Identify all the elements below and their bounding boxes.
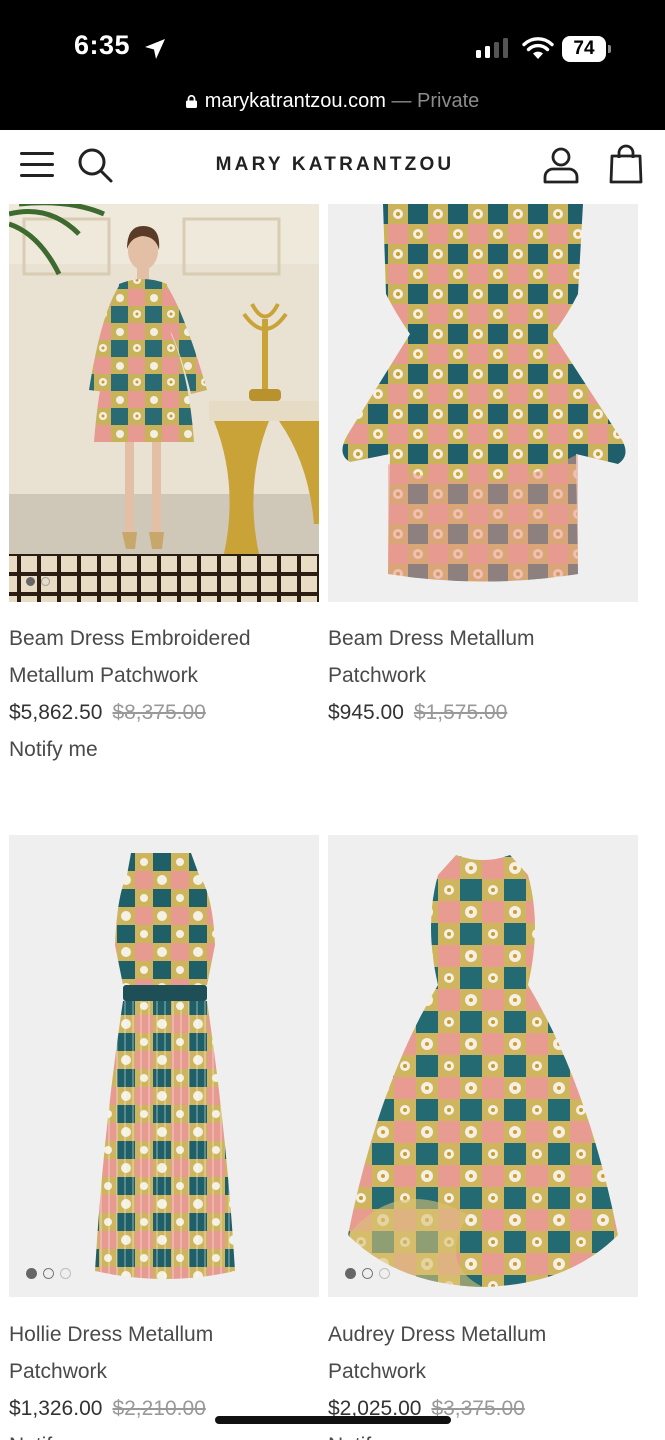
product-image[interactable] <box>9 204 319 602</box>
product-name-line[interactable]: Beam Dress Metallum <box>328 620 628 657</box>
price-row: $1,326.00 $2,210.00 <box>9 1390 206 1427</box>
product-name-line[interactable]: Audrey Dress Metallum <box>328 1316 628 1353</box>
product-image[interactable] <box>9 835 319 1297</box>
product-photo <box>9 835 319 1297</box>
cellular-signal-icon <box>476 38 508 58</box>
product-photo <box>328 835 638 1297</box>
status-time: 6:35 <box>74 30 131 60</box>
carousel-dot[interactable] <box>26 577 35 586</box>
lock-icon <box>185 95 197 108</box>
battery-icon: 74 <box>562 36 612 62</box>
home-indicator[interactable] <box>215 1416 451 1424</box>
product-name-line[interactable]: Beam Dress Embroidered <box>9 620 309 657</box>
search-icon[interactable] <box>76 146 114 184</box>
sale-price: $945.00 <box>328 701 404 724</box>
carousel-dot[interactable] <box>43 1268 54 1279</box>
account-icon[interactable] <box>542 146 580 184</box>
sale-price: $1,326.00 <box>9 1397 103 1420</box>
notify-me-link[interactable]: Notify me <box>9 1427 98 1440</box>
location-arrow-icon <box>145 39 165 59</box>
product-photo <box>9 204 319 602</box>
carousel-dots[interactable] <box>345 1268 390 1279</box>
status-bar: 6:35 74 marykatrantzou.com — Private <box>0 0 665 130</box>
carousel-dot[interactable] <box>41 577 50 586</box>
price-row: $5,862.50 $8,375.00 <box>9 694 206 731</box>
menu-icon[interactable] <box>20 152 54 178</box>
carousel-dot[interactable] <box>60 1268 71 1279</box>
product-name[interactable]: Hollie Dress Metallum Patchwork <box>9 1316 309 1390</box>
site-header: MARY KATRANTZOU <box>0 130 665 204</box>
product-name-line[interactable]: Patchwork <box>9 1353 309 1390</box>
address-bar[interactable]: marykatrantzou.com — Private <box>0 90 665 113</box>
product-image[interactable] <box>328 204 638 602</box>
notify-me-link[interactable]: Notify me <box>328 1427 417 1440</box>
product-name[interactable]: Audrey Dress Metallum Patchwork <box>328 1316 628 1390</box>
battery-level: 74 <box>562 36 606 62</box>
brand-logo[interactable]: MARY KATRANTZOU <box>180 154 490 176</box>
carousel-dot[interactable] <box>345 1268 356 1279</box>
sale-price: $5,862.50 <box>9 701 103 724</box>
product-name[interactable]: Beam Dress Metallum Patchwork <box>328 620 628 694</box>
carousel-dots[interactable] <box>26 577 50 586</box>
product-name[interactable]: Beam Dress Embroidered Metallum Patchwor… <box>9 620 309 694</box>
notify-me-link[interactable]: Notify me <box>9 731 98 768</box>
product-name-line[interactable]: Metallum Patchwork <box>9 657 309 694</box>
product-image[interactable] <box>328 835 638 1297</box>
original-price: $1,575.00 <box>413 701 508 724</box>
product-name-line[interactable]: Patchwork <box>328 657 628 694</box>
carousel-dot[interactable] <box>362 1268 373 1279</box>
carousel-dot[interactable] <box>379 1268 390 1279</box>
carousel-dot[interactable] <box>26 1268 37 1279</box>
original-price: $8,375.00 <box>112 701 206 724</box>
carousel-dots[interactable] <box>26 1268 71 1279</box>
private-label: — Private <box>391 90 480 112</box>
bag-icon[interactable] <box>608 144 644 184</box>
product-name-line[interactable]: Patchwork <box>328 1353 628 1390</box>
url-text: marykatrantzou.com <box>204 90 386 112</box>
product-name-line[interactable]: Hollie Dress Metallum <box>9 1316 309 1353</box>
price-row: $945.00 $1,575.00 <box>328 694 507 731</box>
product-photo <box>328 204 638 602</box>
wifi-icon <box>522 37 554 59</box>
original-price: $2,210.00 <box>112 1397 206 1420</box>
